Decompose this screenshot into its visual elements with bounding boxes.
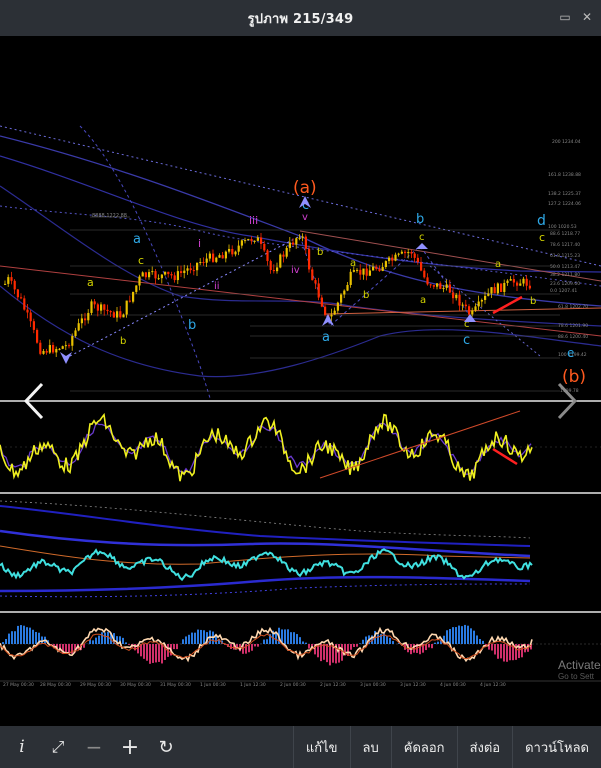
- wave-i-label: i: [198, 237, 201, 250]
- svg-text:61.8 1215.23: 61.8 1215.23: [550, 253, 580, 259]
- tool-actions: แก้ไข ลบ คัดลอก ส่งต่อ ดาวน์โหลด: [292, 726, 601, 768]
- activate-windows-watermark: Activate Go to Sett: [558, 658, 601, 681]
- wave-c-bottom2-label: c: [463, 333, 470, 348]
- svg-text:30 May 00:30: 30 May 00:30: [120, 682, 151, 688]
- fullscreen-icon: ⤢: [51, 737, 65, 756]
- tool-icons: i ⤢ − + ↻: [0, 726, 184, 768]
- wave-iii-label: iii: [249, 214, 258, 227]
- wave-b-small-label: b: [317, 247, 323, 258]
- svg-text:138.2 1225.37: 138.2 1225.37: [548, 191, 581, 197]
- rotate-button[interactable]: ↻: [148, 726, 184, 768]
- wave-a-small-label: a: [87, 276, 94, 289]
- oscillator-panel: [0, 410, 601, 482]
- svg-text:61.8 1202.70: 61.8 1202.70: [558, 304, 588, 310]
- wave-b-last-label: b: [530, 296, 536, 307]
- svg-text:4 Jun 00:30: 4 Jun 00:30: [440, 682, 466, 688]
- svg-text:127.2 1224.06: 127.2 1224.06: [548, 201, 581, 207]
- bands-panel: [0, 500, 533, 598]
- wave-a-mid-label: a: [350, 258, 356, 269]
- close-icon[interactable]: ✕: [581, 11, 593, 23]
- wave-d-label: d: [537, 213, 546, 229]
- svg-text:88.6 1218.77: 88.6 1218.77: [550, 231, 580, 237]
- wave-b-right-label: b: [416, 212, 424, 227]
- share-button[interactable]: ส่งต่อ: [456, 726, 513, 768]
- edit-button[interactable]: แก้ไข: [292, 726, 350, 768]
- previous-image-button[interactable]: [14, 381, 54, 421]
- bottom-toolbar: i ⤢ − + ↻ แก้ไข ลบ คัดลอก ส่งต่อ ดาวน์โห…: [0, 726, 601, 768]
- fullscreen-button[interactable]: ⤢: [40, 726, 76, 768]
- wave-e-label: e: [567, 346, 574, 360]
- info-button[interactable]: i: [4, 726, 40, 768]
- svg-text:200 1234.04: 200 1234.04: [552, 139, 581, 145]
- zoom-in-button[interactable]: +: [112, 726, 148, 768]
- wave-a-label: (a): [293, 178, 317, 198]
- rotate-icon: ↻: [158, 736, 174, 758]
- svg-text:100 1020.53: 100 1020.53: [548, 224, 577, 230]
- top-fib-label: 8888.1222.88: [92, 213, 127, 219]
- svg-text:50.0 1213.47: 50.0 1213.47: [550, 264, 580, 270]
- wave-c-left-label: c: [138, 254, 144, 267]
- minimize-icon[interactable]: ▭: [559, 11, 571, 23]
- zoom-in-icon: +: [120, 734, 140, 760]
- svg-text:38.2 1211.80: 38.2 1211.80: [550, 272, 580, 278]
- window-controls: ▭ ✕: [559, 11, 593, 23]
- wave-iv-label: iv: [291, 265, 300, 276]
- window-title: รูปภาพ 215/349: [247, 11, 354, 27]
- download-button[interactable]: ดาวน์โหลด: [512, 726, 601, 768]
- wave-b-left-low-label: b: [120, 336, 126, 347]
- svg-text:4 Jun 12:30: 4 Jun 12:30: [480, 682, 506, 688]
- chevron-right-icon: [557, 382, 578, 420]
- wave-b-mid-label: b: [363, 290, 369, 301]
- wave-c-far-label: c: [539, 231, 545, 244]
- wave-a-left-label: a: [133, 232, 141, 247]
- image-viewer: 8888.1222.88 200 1234.04 161.8 1238.88 1…: [0, 36, 601, 726]
- svg-text:3 Jun 12:30: 3 Jun 12:30: [400, 682, 426, 688]
- chevron-left-icon: [23, 382, 44, 420]
- price-panel: 8888.1222.88 200 1234.04 161.8 1238.88 1…: [0, 125, 601, 399]
- macd-panel: [0, 624, 601, 666]
- svg-text:23.6 1209.60: 23.6 1209.60: [550, 281, 580, 287]
- zoom-out-button[interactable]: −: [76, 726, 112, 768]
- svg-text:2 Jun 00:30: 2 Jun 00:30: [280, 682, 306, 688]
- svg-text:3 Jun 00:30: 3 Jun 00:30: [360, 682, 386, 688]
- wave-b-left-label: b: [188, 318, 196, 333]
- wave-a-right-label: a: [420, 295, 426, 306]
- svg-text:78.6 1201.90: 78.6 1201.90: [558, 323, 588, 329]
- zoom-out-icon: −: [85, 735, 103, 759]
- time-axis: 27 May 00:30 28 May 00:30 29 May 00:30 3…: [3, 682, 506, 688]
- svg-text:1 Jun 00:30: 1 Jun 00:30: [200, 682, 226, 688]
- title-bar: รูปภาพ 215/349 ▭ ✕: [0, 0, 601, 36]
- wave-a-last-label: a: [495, 259, 501, 270]
- chart-screenshot: 8888.1222.88 200 1234.04 161.8 1238.88 1…: [0, 125, 601, 688]
- wave-ii-label: ii: [214, 281, 220, 292]
- next-image-button[interactable]: [547, 381, 587, 421]
- candlesticks: [4, 233, 531, 357]
- svg-text:88.6 1200.40: 88.6 1200.40: [558, 334, 588, 340]
- wave-a-bottom-label: a: [322, 330, 330, 345]
- copy-button[interactable]: คัดลอก: [390, 726, 457, 768]
- svg-text:31 May 00:30: 31 May 00:30: [160, 682, 191, 688]
- svg-text:1 Jun 12:30: 1 Jun 12:30: [240, 682, 266, 688]
- wave-v-label: v: [302, 212, 308, 223]
- info-icon: i: [19, 737, 25, 757]
- svg-text:29 May 00:30: 29 May 00:30: [80, 682, 111, 688]
- svg-text:28 May 00:30: 28 May 00:30: [40, 682, 71, 688]
- svg-text:0.0 1207.41: 0.0 1207.41: [550, 288, 577, 294]
- delete-button[interactable]: ลบ: [349, 726, 391, 768]
- svg-text:2 Jun 12:30: 2 Jun 12:30: [320, 682, 346, 688]
- svg-text:27 May 00:30: 27 May 00:30: [3, 682, 34, 688]
- svg-text:78.6 1217.40: 78.6 1217.40: [550, 242, 580, 248]
- wave-c-right-label: c: [419, 232, 425, 243]
- svg-text:161.8 1238.88: 161.8 1238.88: [548, 172, 581, 178]
